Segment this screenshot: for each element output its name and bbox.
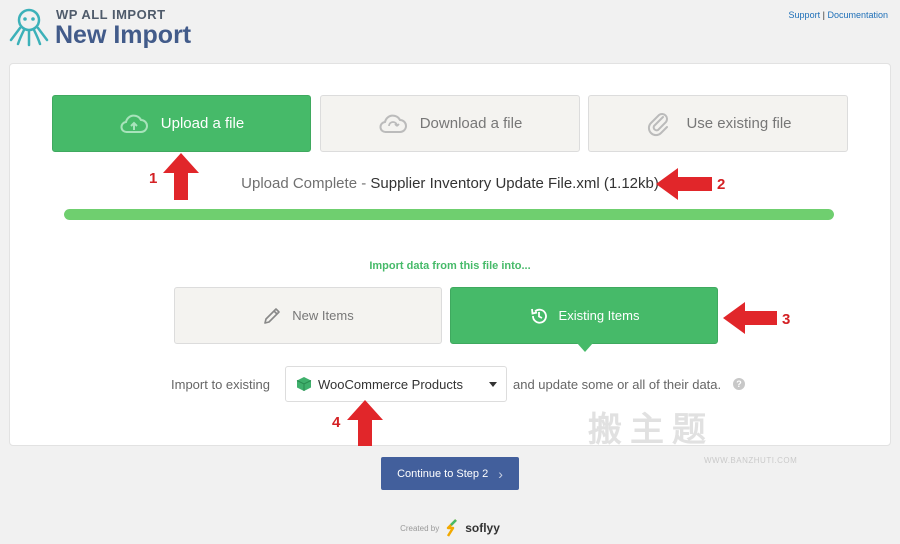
brand-name: WP ALL IMPORT [56,7,166,22]
watermark-text: 搬主题 [588,410,714,450]
annotation-number-2: 2 [717,176,726,193]
new-items-button[interactable]: New Items [174,287,442,344]
tab-upload-file[interactable]: Upload a file [52,95,311,152]
soflyy-logo-icon [446,519,458,537]
tab-existing-label: Use existing file [686,115,792,132]
header: WP ALL IMPORT New Import Support | Docum… [0,0,900,60]
octopus-logo-icon [9,8,49,47]
link-separator: | [822,10,825,20]
annotation-number-4: 4 [332,414,341,431]
import-into-heading: Import data from this file into... [369,260,531,272]
chevron-down-icon [489,382,497,387]
tab-download-file[interactable]: Download a file [320,95,580,152]
tab-use-existing-file[interactable]: Use existing file [588,95,848,152]
watermark-url: WWW.BANZHUTI.COM [704,456,798,465]
soflyy-brand[interactable]: soflyy [465,521,500,535]
watermark: 搬主题 WWW.BANZHUTI.COM [588,402,813,468]
import-to-existing-label: Import to existing [171,377,270,392]
arrow-left-icon [723,302,777,334]
upload-status: Upload Complete - Supplier Inventory Upd… [0,175,900,192]
arrow-left-icon [656,168,712,200]
post-type-selected: WooCommerce Products [318,376,463,392]
documentation-link[interactable]: Documentation [827,10,888,20]
post-type-select[interactable]: WooCommerce Products [285,366,507,402]
annotation-number-1: 1 [149,170,158,187]
arrow-up-icon [347,400,383,446]
annotation-number-3: 3 [782,311,791,328]
continue-button[interactable]: Continue to Step 2 › [381,457,519,490]
new-items-label: New Items [292,308,354,323]
existing-items-label: Existing Items [558,308,640,323]
import-target-row: Import to existing WooCommerce Products … [0,366,900,402]
chevron-right-icon: › [498,465,503,482]
footer: Created by soflyy [0,518,900,538]
arrow-up-icon [163,153,199,200]
created-by-label: Created by [400,523,440,533]
upload-progress-fill [64,209,834,220]
help-icon[interactable]: ? [733,378,745,390]
pencil-icon [264,307,281,324]
uploaded-filename: Supplier Inventory Update File.xml (1.12… [370,175,659,192]
continue-label: Continue to Step 2 [397,467,489,480]
top-links: Support | Documentation [789,10,888,20]
existing-items-button[interactable]: Existing Items [450,287,718,352]
tab-upload-label: Upload a file [160,115,245,132]
paperclip-icon [648,112,669,136]
update-description: and update some or all of their data. [513,377,722,392]
upload-progress-bar [64,209,834,220]
upload-status-prefix: Upload Complete [241,175,358,192]
history-icon [530,308,547,324]
support-link[interactable]: Support [789,10,821,20]
page-title: New Import [55,21,192,49]
cloud-upload-icon [120,114,148,133]
upload-status-dash: - [357,175,371,192]
cloud-sync-icon [379,114,407,133]
tab-download-label: Download a file [419,115,523,132]
woocommerce-box-icon [296,377,312,391]
